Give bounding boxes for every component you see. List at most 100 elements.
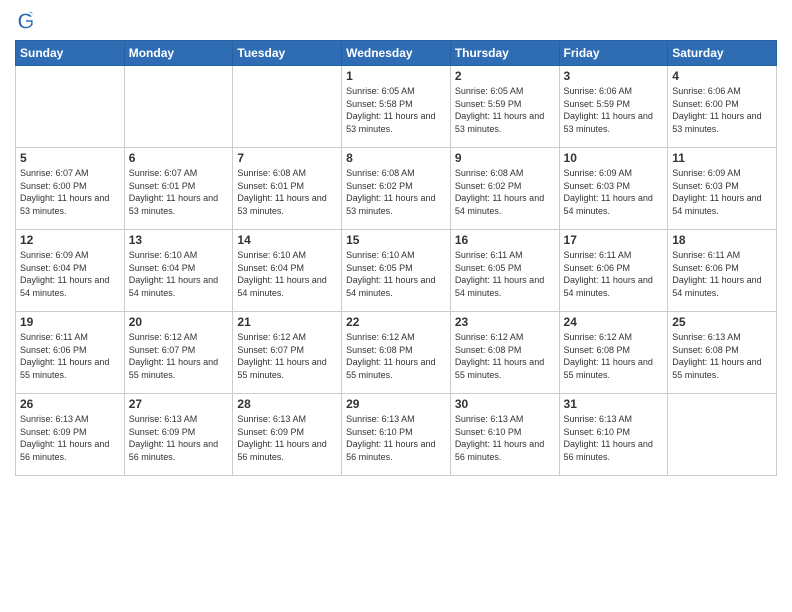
weekday-header-thursday: Thursday <box>450 41 559 66</box>
logo-icon <box>15 10 37 32</box>
day-number: 28 <box>237 397 337 411</box>
calendar-cell <box>233 66 342 148</box>
calendar-cell: 25Sunrise: 6:13 AM Sunset: 6:08 PM Dayli… <box>668 312 777 394</box>
calendar-cell: 21 Sunrise: 6:12 AM Sunset: 6:07 PM Dayli… <box>233 312 342 394</box>
page-header <box>15 10 777 32</box>
calendar-week-row: 26Sunrise: 6:13 AM Sunset: 6:09 PM Dayli… <box>16 394 777 476</box>
calendar-cell: 27 Sunrise: 6:13 AM Sunset: 6:09 PM Dayli… <box>124 394 233 476</box>
day-number: 21 <box>237 315 337 329</box>
calendar-cell: 9 Sunrise: 6:08 AM Sunset: 6:02 PM Daylig… <box>450 148 559 230</box>
day-info: Sunrise: 6:11 AM Sunset: 6:06 PM Dayligh… <box>564 249 664 299</box>
calendar-cell: 26Sunrise: 6:13 AM Sunset: 6:09 PM Dayli… <box>16 394 125 476</box>
day-info: Sunrise: 6:13 AM Sunset: 6:10 PM Dayligh… <box>346 413 446 463</box>
day-number: 27 <box>129 397 229 411</box>
day-number: 23 <box>455 315 555 329</box>
calendar-cell: 31Sunrise: 6:13 AM Sunset: 6:10 PM Dayli… <box>559 394 668 476</box>
day-number: 19 <box>20 315 120 329</box>
day-number: 3 <box>564 69 664 83</box>
calendar-cell: 23 Sunrise: 6:12 AM Sunset: 6:08 PM Dayli… <box>450 312 559 394</box>
day-info: Sunrise: 6:09 AM Sunset: 6:04 PM Dayligh… <box>20 249 120 299</box>
day-number: 30 <box>455 397 555 411</box>
calendar-cell: 10 Sunrise: 6:09 AM Sunset: 6:03 PM Dayli… <box>559 148 668 230</box>
calendar-table: SundayMondayTuesdayWednesdayThursdayFrid… <box>15 40 777 476</box>
day-info: Sunrise: 6:13 AM Sunset: 6:10 PM Dayligh… <box>455 413 555 463</box>
calendar-cell: 15Sunrise: 6:10 AM Sunset: 6:05 PM Dayli… <box>342 230 451 312</box>
day-number: 5 <box>20 151 120 165</box>
day-info: Sunrise: 6:13 AM Sunset: 6:09 PM Dayligh… <box>20 413 120 463</box>
day-info: Sunrise: 6:11 AM Sunset: 6:06 PM Dayligh… <box>672 249 772 299</box>
day-number: 22 <box>346 315 446 329</box>
day-info: Sunrise: 6:07 AM Sunset: 6:01 PM Dayligh… <box>129 167 229 217</box>
calendar-cell: 3 Sunrise: 6:06 AM Sunset: 5:59 PM Daylig… <box>559 66 668 148</box>
day-number: 1 <box>346 69 446 83</box>
day-number: 10 <box>564 151 664 165</box>
day-info: Sunrise: 6:13 AM Sunset: 6:09 PM Dayligh… <box>129 413 229 463</box>
weekday-header-friday: Friday <box>559 41 668 66</box>
calendar-cell: 17Sunrise: 6:11 AM Sunset: 6:06 PM Dayli… <box>559 230 668 312</box>
calendar-cell: 7 Sunrise: 6:08 AM Sunset: 6:01 PM Daylig… <box>233 148 342 230</box>
day-info: Sunrise: 6:12 AM Sunset: 6:08 PM Dayligh… <box>564 331 664 381</box>
calendar-week-row: 5 Sunrise: 6:07 AM Sunset: 6:00 PM Daylig… <box>16 148 777 230</box>
calendar-cell: 11 Sunrise: 6:09 AM Sunset: 6:03 PM Dayli… <box>668 148 777 230</box>
calendar-week-row: 12Sunrise: 6:09 AM Sunset: 6:04 PM Dayli… <box>16 230 777 312</box>
calendar-cell: 16 Sunrise: 6:11 AM Sunset: 6:05 PM Dayli… <box>450 230 559 312</box>
page-container: SundayMondayTuesdayWednesdayThursdayFrid… <box>0 0 792 612</box>
day-info: Sunrise: 6:12 AM Sunset: 6:08 PM Dayligh… <box>455 331 555 381</box>
day-number: 29 <box>346 397 446 411</box>
day-info: Sunrise: 6:13 AM Sunset: 6:09 PM Dayligh… <box>237 413 337 463</box>
calendar-cell: 18 Sunrise: 6:11 AM Sunset: 6:06 PM Dayli… <box>668 230 777 312</box>
day-info: Sunrise: 6:08 AM Sunset: 6:02 PM Dayligh… <box>455 167 555 217</box>
day-info: Sunrise: 6:06 AM Sunset: 5:59 PM Dayligh… <box>564 85 664 135</box>
calendar-cell: 19 Sunrise: 6:11 AM Sunset: 6:06 PM Dayli… <box>16 312 125 394</box>
calendar-cell: 2 Sunrise: 6:05 AM Sunset: 5:59 PM Daylig… <box>450 66 559 148</box>
day-info: Sunrise: 6:09 AM Sunset: 6:03 PM Dayligh… <box>672 167 772 217</box>
day-info: Sunrise: 6:10 AM Sunset: 6:04 PM Dayligh… <box>237 249 337 299</box>
calendar-cell: 5 Sunrise: 6:07 AM Sunset: 6:00 PM Daylig… <box>16 148 125 230</box>
day-number: 8 <box>346 151 446 165</box>
day-info: Sunrise: 6:11 AM Sunset: 6:06 PM Dayligh… <box>20 331 120 381</box>
calendar-cell: 30 Sunrise: 6:13 AM Sunset: 6:10 PM Dayli… <box>450 394 559 476</box>
day-number: 11 <box>672 151 772 165</box>
day-info: Sunrise: 6:05 AM Sunset: 5:58 PM Dayligh… <box>346 85 446 135</box>
calendar-cell: 22 Sunrise: 6:12 AM Sunset: 6:08 PM Dayli… <box>342 312 451 394</box>
calendar-cell <box>16 66 125 148</box>
day-number: 14 <box>237 233 337 247</box>
day-number: 18 <box>672 233 772 247</box>
day-info: Sunrise: 6:10 AM Sunset: 6:04 PM Dayligh… <box>129 249 229 299</box>
day-info: Sunrise: 6:12 AM Sunset: 6:07 PM Dayligh… <box>237 331 337 381</box>
day-number: 20 <box>129 315 229 329</box>
weekday-header-sunday: Sunday <box>16 41 125 66</box>
day-number: 2 <box>455 69 555 83</box>
day-info: Sunrise: 6:10 AM Sunset: 6:05 PM Dayligh… <box>346 249 446 299</box>
calendar-cell: 28 Sunrise: 6:13 AM Sunset: 6:09 PM Dayli… <box>233 394 342 476</box>
calendar-cell: 8Sunrise: 6:08 AM Sunset: 6:02 PM Daylig… <box>342 148 451 230</box>
day-info: Sunrise: 6:06 AM Sunset: 6:00 PM Dayligh… <box>672 85 772 135</box>
day-info: Sunrise: 6:11 AM Sunset: 6:05 PM Dayligh… <box>455 249 555 299</box>
calendar-cell: 12Sunrise: 6:09 AM Sunset: 6:04 PM Dayli… <box>16 230 125 312</box>
logo <box>15 10 41 32</box>
day-info: Sunrise: 6:12 AM Sunset: 6:08 PM Dayligh… <box>346 331 446 381</box>
day-number: 7 <box>237 151 337 165</box>
day-info: Sunrise: 6:13 AM Sunset: 6:08 PM Dayligh… <box>672 331 772 381</box>
day-info: Sunrise: 6:07 AM Sunset: 6:00 PM Dayligh… <box>20 167 120 217</box>
day-number: 9 <box>455 151 555 165</box>
calendar-cell: 1 Sunrise: 6:05 AM Sunset: 5:58 PM Daylig… <box>342 66 451 148</box>
calendar-week-row: 19 Sunrise: 6:11 AM Sunset: 6:06 PM Dayli… <box>16 312 777 394</box>
calendar-week-row: 1 Sunrise: 6:05 AM Sunset: 5:58 PM Daylig… <box>16 66 777 148</box>
weekday-header-wednesday: Wednesday <box>342 41 451 66</box>
calendar-cell: 14 Sunrise: 6:10 AM Sunset: 6:04 PM Dayli… <box>233 230 342 312</box>
calendar-cell: 4Sunrise: 6:06 AM Sunset: 6:00 PM Daylig… <box>668 66 777 148</box>
day-info: Sunrise: 6:08 AM Sunset: 6:01 PM Dayligh… <box>237 167 337 217</box>
day-info: Sunrise: 6:13 AM Sunset: 6:10 PM Dayligh… <box>564 413 664 463</box>
weekday-header-row: SundayMondayTuesdayWednesdayThursdayFrid… <box>16 41 777 66</box>
weekday-header-monday: Monday <box>124 41 233 66</box>
day-info: Sunrise: 6:05 AM Sunset: 5:59 PM Dayligh… <box>455 85 555 135</box>
calendar-cell: 6Sunrise: 6:07 AM Sunset: 6:01 PM Daylig… <box>124 148 233 230</box>
day-number: 16 <box>455 233 555 247</box>
day-info: Sunrise: 6:12 AM Sunset: 6:07 PM Dayligh… <box>129 331 229 381</box>
calendar-cell: 13Sunrise: 6:10 AM Sunset: 6:04 PM Dayli… <box>124 230 233 312</box>
weekday-header-tuesday: Tuesday <box>233 41 342 66</box>
weekday-header-saturday: Saturday <box>668 41 777 66</box>
calendar-cell <box>668 394 777 476</box>
day-info: Sunrise: 6:09 AM Sunset: 6:03 PM Dayligh… <box>564 167 664 217</box>
